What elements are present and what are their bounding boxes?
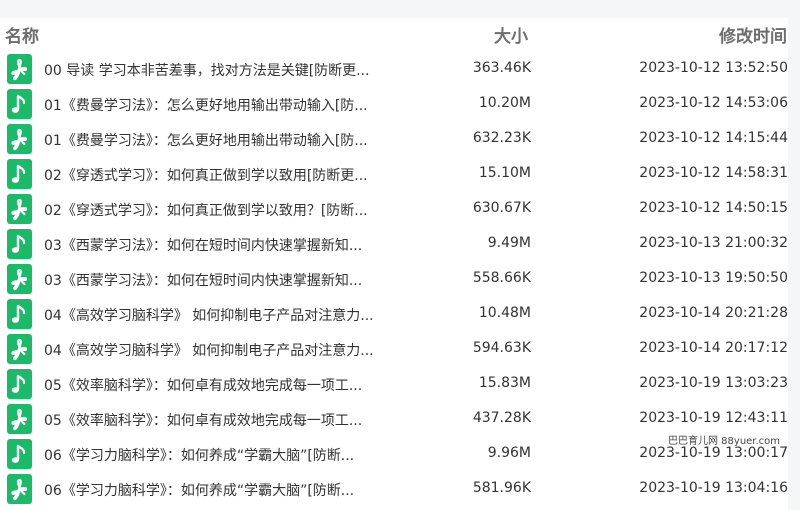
music-note-icon bbox=[7, 89, 32, 119]
file-modified-time: 2023-10-13 19:50:50 bbox=[639, 270, 788, 286]
pdf-icon bbox=[7, 124, 32, 154]
pdf-icon bbox=[7, 334, 32, 364]
file-modified-time: 2023-10-13 21:00:32 bbox=[639, 235, 788, 251]
file-row[interactable]: 02《穿透式学习》：如何真正做到学以致用？[防断... 630.67K 2023-1… bbox=[0, 192, 788, 227]
column-header-modified-time[interactable]: 修改时间 bbox=[719, 22, 787, 47]
file-modified-time: 2023-10-19 12:43:11 bbox=[639, 410, 788, 426]
file-row[interactable]: 05《效率脑科学》：如何卓有成效地完成每一项工... 15.83M 2023-10-… bbox=[0, 367, 788, 402]
music-note-icon bbox=[7, 299, 32, 329]
pdf-icon bbox=[7, 264, 32, 294]
file-name[interactable]: 05《效率脑科学》：如何卓有成效地完成每一项工... bbox=[44, 410, 404, 430]
file-row[interactable]: 00 导读 学习本非苦差事，找对方法是关键[防断更... 363.46K 2023-… bbox=[0, 52, 788, 87]
music-note-icon bbox=[7, 159, 32, 189]
file-size: 581.96K bbox=[472, 480, 531, 496]
file-size: 15.10M bbox=[478, 165, 531, 181]
file-row[interactable]: 02《穿透式学习》：如何真正做到学以致用[防断更... 15.10M 2023-10… bbox=[0, 157, 788, 192]
watermark: 巴巴育儿网 88yuer.com bbox=[668, 436, 781, 447]
file-modified-time: 2023-10-14 20:17:12 bbox=[639, 340, 788, 356]
file-size: 9.96M bbox=[487, 445, 531, 461]
file-row[interactable]: 01《费曼学习法》：怎么更好地用输出带动输入[防... 10.20M 2023-10… bbox=[0, 87, 788, 122]
file-name[interactable]: 04《高效学习脑科学》 如何抑制电子产品对注意力... bbox=[44, 340, 404, 360]
file-name[interactable]: 01《费曼学习法》：怎么更好地用输出带动输入[防... bbox=[44, 95, 404, 115]
music-note-icon bbox=[7, 229, 32, 259]
file-name[interactable]: 06《学习力脑科学》：如何养成“学霸大脑”[防断... bbox=[44, 480, 404, 500]
column-header: 名称 大小 修改时间 bbox=[0, 18, 800, 50]
file-size: 632.23K bbox=[472, 130, 531, 146]
file-row[interactable]: 03《西蒙学习法》：如何在短时间内快速掌握新知... 9.49M 2023-10-1… bbox=[0, 227, 788, 262]
file-size: 558.66K bbox=[472, 270, 531, 286]
pdf-icon bbox=[7, 194, 32, 224]
file-size: 10.48M bbox=[478, 305, 531, 321]
file-row[interactable]: 04《高效学习脑科学》 如何抑制电子产品对注意力... 594.63K 2023-1… bbox=[0, 332, 788, 367]
file-name[interactable]: 00 导读 学习本非苦差事，找对方法是关键[防断更... bbox=[44, 60, 404, 80]
file-modified-time: 2023-10-12 13:52:50 bbox=[639, 60, 788, 76]
file-name[interactable]: 02《穿透式学习》：如何真正做到学以致用[防断更... bbox=[44, 165, 404, 185]
file-size: 594.63K bbox=[472, 340, 531, 356]
pdf-icon bbox=[7, 404, 32, 434]
file-row[interactable]: 03《西蒙学习法》：如何在短时间内快速掌握新知... 558.66K 2023-10… bbox=[0, 262, 788, 297]
file-size: 15.83M bbox=[478, 375, 531, 391]
column-header-size[interactable]: 大小 bbox=[494, 22, 528, 47]
file-modified-time: 2023-10-14 20:21:28 bbox=[639, 305, 788, 321]
column-header-name[interactable]: 名称 bbox=[5, 22, 39, 47]
file-row[interactable]: 01《费曼学习法》：怎么更好地用输出带动输入[防... 632.23K 2023-1… bbox=[0, 122, 788, 157]
file-modified-time: 2023-10-19 13:04:16 bbox=[639, 480, 788, 496]
file-size: 9.49M bbox=[487, 235, 531, 251]
file-modified-time: 2023-10-12 14:53:06 bbox=[639, 95, 788, 111]
file-modified-time: 2023-10-12 14:50:15 bbox=[639, 200, 788, 216]
file-name[interactable]: 01《费曼学习法》：怎么更好地用输出带动输入[防... bbox=[44, 130, 404, 150]
file-size: 437.28K bbox=[472, 410, 531, 426]
file-size: 10.20M bbox=[478, 95, 531, 111]
file-modified-time: 2023-10-19 13:00:17 bbox=[639, 445, 788, 461]
file-row[interactable]: 06《学习力脑科学》：如何养成“学霸大脑”[防断... 581.96K 2023-1… bbox=[0, 472, 788, 507]
music-note-icon bbox=[7, 369, 32, 399]
file-row[interactable]: 04《高效学习脑科学》 如何抑制电子产品对注意力... 10.48M 2023-10… bbox=[0, 297, 788, 332]
file-size: 363.46K bbox=[472, 60, 531, 76]
file-name[interactable]: 03《西蒙学习法》：如何在短时间内快速掌握新知... bbox=[44, 270, 404, 290]
pdf-icon bbox=[7, 474, 32, 504]
file-size: 630.67K bbox=[472, 200, 531, 216]
file-name[interactable]: 06《学习力脑科学》：如何养成“学霸大脑”[防断... bbox=[44, 445, 404, 465]
pdf-icon bbox=[7, 54, 32, 84]
file-modified-time: 2023-10-19 13:03:23 bbox=[639, 375, 788, 391]
file-name[interactable]: 04《高效学习脑科学》 如何抑制电子产品对注意力... bbox=[44, 305, 404, 325]
file-name[interactable]: 03《西蒙学习法》：如何在短时间内快速掌握新知... bbox=[44, 235, 404, 255]
file-modified-time: 2023-10-12 14:15:44 bbox=[639, 130, 788, 146]
music-note-icon bbox=[7, 439, 32, 469]
file-name[interactable]: 05《效率脑科学》：如何卓有成效地完成每一项工... bbox=[44, 375, 404, 395]
file-modified-time: 2023-10-12 14:58:31 bbox=[639, 165, 788, 181]
file-name[interactable]: 02《穿透式学习》：如何真正做到学以致用？[防断... bbox=[44, 200, 404, 220]
